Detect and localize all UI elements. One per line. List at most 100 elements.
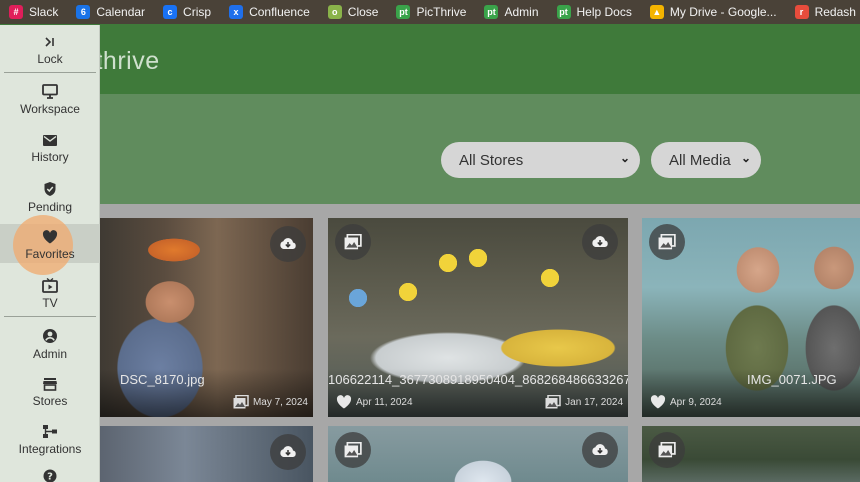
media-select-value: All Media bbox=[669, 151, 731, 169]
download-button[interactable] bbox=[270, 434, 306, 470]
monitor-icon bbox=[42, 84, 58, 99]
sidebar-item-help[interactable]: ? bbox=[0, 469, 100, 482]
chevron-down-icon: ⌄ bbox=[740, 151, 751, 165]
sidebar-item-label: Workspace bbox=[20, 102, 80, 116]
bookmark-favicon-icon: ▲ bbox=[649, 5, 664, 19]
sidebar-item-workspace[interactable]: Workspace bbox=[0, 84, 100, 116]
gallery-icon bbox=[344, 234, 362, 250]
photo-filename: 106622114_3677308918950404_8682684866332… bbox=[328, 372, 628, 387]
cloud-download-icon bbox=[280, 446, 296, 457]
bookmark-favicon-icon: pt bbox=[484, 5, 499, 19]
bookmark-item[interactable]: pt Admin bbox=[475, 0, 547, 24]
mail-icon bbox=[43, 135, 57, 146]
bookmark-label: Calendar bbox=[96, 5, 146, 19]
sidebar-item-label: Pending bbox=[27, 200, 73, 214]
heart-icon bbox=[650, 395, 666, 409]
media-select[interactable]: All Media ⌄ bbox=[651, 142, 761, 178]
gallery-button[interactable] bbox=[649, 432, 685, 468]
bookmark-item[interactable]: 6 Calendar bbox=[67, 0, 154, 24]
bookmark-item[interactable]: x Confluence bbox=[220, 0, 319, 24]
favorite-date[interactable]: Apr 11, 2024 bbox=[336, 395, 413, 409]
download-button[interactable] bbox=[582, 432, 618, 468]
bookmark-label: Admin bbox=[504, 5, 539, 19]
photo-card[interactable] bbox=[328, 426, 628, 482]
bookmark-label: Help Docs bbox=[576, 5, 632, 19]
bookmark-favicon-icon: r bbox=[794, 5, 809, 19]
sidebar-item-label: Stores bbox=[32, 394, 68, 408]
photo-date: May 7, 2024 bbox=[233, 395, 308, 409]
svg-text:?: ? bbox=[47, 472, 53, 482]
bookmark-item[interactable]: c Crisp bbox=[154, 0, 220, 24]
gallery-icon bbox=[658, 442, 676, 458]
gallery-button[interactable] bbox=[335, 432, 371, 468]
sidebar-item-label: Favorites bbox=[25, 247, 75, 261]
bookmark-label: Confluence bbox=[249, 5, 310, 19]
help-icon: ? bbox=[43, 469, 57, 482]
bookmark-favicon-icon: pt bbox=[396, 5, 411, 19]
photo-card[interactable] bbox=[100, 426, 313, 482]
sidebar-item-stores[interactable]: Stores bbox=[0, 377, 100, 408]
sidebar-item-history[interactable]: History bbox=[0, 134, 100, 164]
download-button[interactable] bbox=[582, 224, 618, 260]
gallery-button[interactable] bbox=[649, 224, 685, 260]
bookmark-label: Slack bbox=[29, 5, 59, 19]
bookmark-label: Redash bbox=[814, 5, 856, 19]
bookmark-label: Crisp bbox=[183, 5, 212, 19]
bookmarks-bar: # Slack 6 Calendar c Crisp x Confluence o Close pt… bbox=[0, 0, 860, 24]
bookmark-item[interactable]: ▲ My Drive - Google... bbox=[641, 0, 786, 24]
bookmark-item[interactable]: # Slack bbox=[0, 0, 67, 24]
photo-card[interactable]: IMG_0071.JPG Apr 9, 2024 bbox=[642, 218, 860, 417]
sidebar-item-admin[interactable]: Admin bbox=[0, 328, 100, 361]
photo-filename: IMG_0071.JPG bbox=[747, 372, 837, 387]
bookmark-favicon-icon: c bbox=[163, 5, 178, 19]
sidebar-item-favorites[interactable]: Favorites bbox=[0, 230, 100, 261]
logo-text-thrive: thrive bbox=[95, 46, 160, 75]
sidebar-item-tv[interactable]: TV bbox=[0, 278, 100, 310]
bookmark-item[interactable]: pt Help Docs bbox=[548, 0, 641, 24]
sidebar-item-label: Admin bbox=[32, 347, 67, 361]
cloud-download-icon bbox=[592, 444, 608, 455]
sidebar: Lock Workspace History Pending Favorites… bbox=[0, 25, 100, 482]
integrations-icon bbox=[43, 425, 57, 438]
cloud-download-icon bbox=[592, 236, 608, 247]
sidebar-item-label: History bbox=[31, 150, 69, 164]
bookmark-item[interactable]: r Redash bbox=[786, 0, 860, 24]
gallery-icon bbox=[344, 442, 362, 458]
sidebar-item-pending[interactable]: Pending bbox=[0, 181, 100, 214]
account-icon bbox=[43, 329, 57, 343]
store-icon bbox=[43, 378, 57, 391]
bookmark-label: Close bbox=[347, 5, 379, 19]
photo-card[interactable]: DSC_8170.jpg May 7, 2024 bbox=[100, 218, 313, 417]
photo-filename: DSC_8170.jpg bbox=[120, 372, 205, 387]
bookmark-favicon-icon: o bbox=[327, 5, 342, 19]
favorite-date[interactable]: Apr 9, 2024 bbox=[650, 395, 722, 409]
bookmark-favicon-icon: 6 bbox=[76, 5, 91, 19]
photo-card[interactable]: 106622114_3677308918950404_8682684866332… bbox=[328, 218, 628, 417]
photo-date: Jan 17, 2024 bbox=[545, 395, 623, 409]
stores-select-value: All Stores bbox=[459, 151, 524, 169]
sidebar-item-label: TV bbox=[42, 296, 58, 310]
gallery-button[interactable] bbox=[335, 224, 371, 260]
gallery-icon bbox=[233, 395, 249, 409]
app-header: picthrive bbox=[0, 24, 860, 94]
tv-icon bbox=[42, 278, 58, 293]
bookmark-label: My Drive - Google... bbox=[669, 5, 777, 19]
bookmark-label: PicThrive bbox=[416, 5, 467, 19]
photo-card[interactable] bbox=[642, 426, 860, 482]
sidebar-item-integrations[interactable]: Integrations bbox=[0, 424, 100, 456]
bookmark-favicon-icon: # bbox=[9, 5, 23, 19]
chevron-down-icon: ⌄ bbox=[619, 151, 630, 165]
bookmark-item[interactable]: o Close bbox=[319, 0, 388, 24]
bookmark-item[interactable]: pt PicThrive bbox=[387, 0, 475, 24]
sidebar-item-label: Integrations bbox=[18, 442, 82, 456]
sidebar-item-lock[interactable]: Lock bbox=[0, 35, 100, 66]
download-button[interactable] bbox=[270, 226, 306, 262]
gallery-icon bbox=[545, 395, 561, 409]
cloud-download-icon bbox=[280, 238, 296, 249]
shield-check-icon bbox=[44, 182, 56, 196]
sidebar-item-label: Lock bbox=[37, 52, 63, 66]
bookmark-favicon-icon: pt bbox=[556, 5, 571, 19]
stores-select[interactable]: All Stores ⌄ bbox=[441, 142, 640, 178]
heart-icon bbox=[42, 230, 58, 244]
bookmark-favicon-icon: x bbox=[229, 5, 244, 19]
